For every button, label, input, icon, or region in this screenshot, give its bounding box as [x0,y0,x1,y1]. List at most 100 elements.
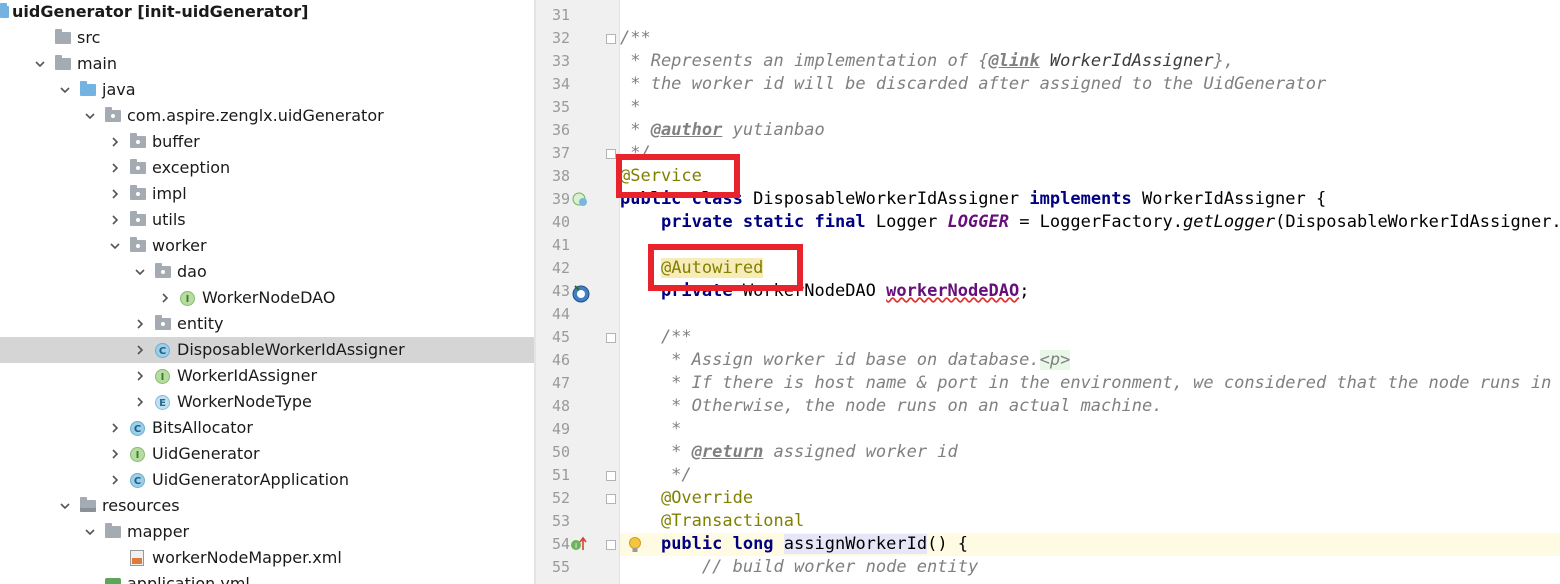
fold-marker-icon[interactable] [606,149,616,159]
code-token: // build worker node entity [620,557,979,577]
tree-item-name: mapper [127,522,190,541]
code-line[interactable]: /** [536,326,1560,349]
code-line[interactable]: * Represents an implementation of {@link… [536,50,1560,73]
code-line[interactable]: @Override [536,487,1560,510]
tree-item[interactable]: com.aspire.zenglx.uidGenerator [0,103,534,129]
autowired-highlight-box [648,244,803,291]
line-number: 54 [551,535,570,553]
code-text: * Represents an implementation of {@link… [620,50,1234,73]
line-number: 41 [551,236,570,254]
chevron-down-icon[interactable] [58,77,72,103]
chevron-right-icon[interactable] [158,285,172,311]
tree-item[interactable]: utils [0,207,534,233]
fold-marker-icon[interactable] [606,540,616,550]
fold-marker-icon[interactable] [606,471,616,481]
chevron-down-icon[interactable] [83,519,97,545]
tree-item-name: impl [152,184,187,203]
tree-item[interactable]: impl [0,181,534,207]
tree-item[interactable]: dao [0,259,534,285]
code-line[interactable]: // build worker node entity [536,556,1560,579]
tree-item[interactable]: mapper [0,519,534,545]
code-token: assignWorkerId [783,534,928,554]
tree-item[interactable]: resources [0,493,534,519]
code-line[interactable]: * Otherwise, the node runs on an actual … [536,395,1560,418]
tree-item-label: entity [177,311,223,337]
code-editor[interactable]: /** * Represents an implementation of {@… [536,0,1560,584]
code-line[interactable] [536,303,1560,326]
line-number: 36 [551,121,570,139]
tree-item[interactable]: worker [0,233,534,259]
code-line[interactable]: @Transactional [536,510,1560,533]
code-token: private static final [660,212,866,232]
code-token: @return [691,442,764,462]
code-line[interactable]: * @author yutianbao [536,119,1560,142]
fold-marker-icon[interactable] [606,34,616,44]
package-icon [130,237,148,254]
tree-item[interactable]: C UidGeneratorApplication [0,467,534,493]
chevron-down-icon[interactable] [133,259,147,285]
code-line[interactable]: * [536,96,1560,119]
line-number: 32 [551,29,570,47]
chevron-right-icon[interactable] [108,155,122,181]
chevron-right-icon[interactable] [108,129,122,155]
tree-item[interactable]: entity [0,311,534,337]
implemented-class-icon[interactable] [572,191,588,211]
chevron-down-icon[interactable] [108,233,122,259]
tree-item[interactable]: main [0,51,534,77]
chevron-right-icon[interactable] [108,415,122,441]
chevron-down-icon[interactable] [33,51,47,77]
tree-item[interactable]: I WorkerNodeDAO [0,285,534,311]
code-line[interactable]: * Assign worker id base on database.<p> [536,349,1560,372]
intention-bulb-icon[interactable] [628,536,642,558]
tree-item[interactable]: I WorkerIdAssigner [0,363,534,389]
resources-folder-icon [80,497,98,514]
line-number: 46 [551,351,570,369]
chevron-right-icon[interactable] [108,441,122,467]
chevron-right-icon[interactable] [133,337,147,363]
tree-item-name: worker [152,236,207,255]
tree-item[interactable]: C BitsAllocator [0,415,534,441]
tree-item[interactable]: java [0,77,534,103]
tree-item[interactable]: application.yml [0,571,534,584]
fold-marker-icon[interactable] [606,494,616,504]
chevron-right-icon[interactable] [133,363,147,389]
package-icon [130,185,148,202]
tree-item[interactable]: src [0,25,534,51]
code-line[interactable]: /** [536,27,1560,50]
chevron-down-icon[interactable] [83,103,97,129]
tree-item[interactable]: exception [0,155,534,181]
interface-icon: I [180,290,198,306]
chevron-right-icon[interactable] [108,467,122,493]
chevron-right-icon[interactable] [133,311,147,337]
tree-item[interactable]: E WorkerNodeType [0,389,534,415]
code-line[interactable]: * @return assigned worker id [536,441,1560,464]
chevron-down-icon[interactable] [58,493,72,519]
tree-item[interactable]: buffer [0,129,534,155]
tree-item[interactable]: workerNodeMapper.xml [0,545,534,571]
tree-item[interactable]: uidGenerator [init-uidGenerator] [0,0,534,25]
tree-item[interactable]: I UidGenerator [0,441,534,467]
code-text: @Transactional [620,510,804,533]
code-line[interactable]: * [536,418,1560,441]
tree-item-name: WorkerIdAssigner [177,366,318,385]
code-line[interactable]: private static final Logger LOGGER = Log… [536,211,1560,234]
line-number: 40 [551,213,570,231]
code-line[interactable]: * If there is host name & port in the en… [536,372,1560,395]
code-line[interactable]: public long assignWorkerId() { [536,533,1560,556]
chevron-right-icon[interactable] [108,207,122,233]
chevron-right-icon[interactable] [108,181,122,207]
folder-icon [105,523,123,540]
tree-item-name: utils [152,210,186,229]
spring-autowired-bean-icon[interactable] [570,283,592,307]
code-line[interactable]: */ [536,464,1560,487]
fold-marker-icon[interactable] [606,333,616,343]
code-line[interactable]: * the worker id will be discarded after … [536,73,1560,96]
tree-item-name: exception [152,158,231,177]
implements-method-icon[interactable]: I [570,536,588,556]
package-icon [155,263,173,280]
tree-item[interactable]: C DisposableWorkerIdAssigner [0,337,534,363]
chevron-right-icon[interactable] [133,389,147,415]
class-icon: C [155,342,173,358]
code-line[interactable] [536,4,1560,27]
